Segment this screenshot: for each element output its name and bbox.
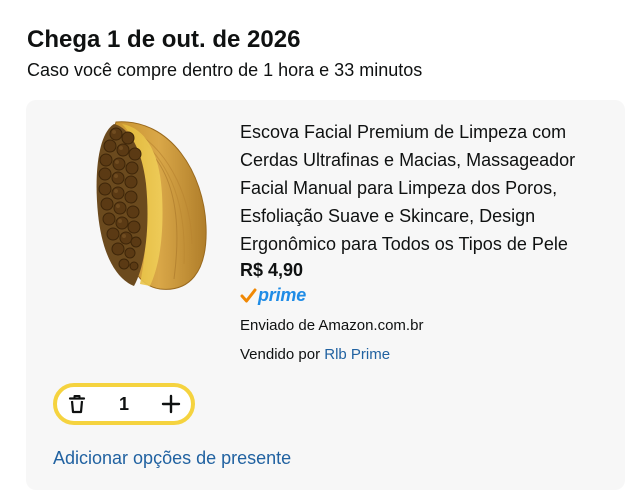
delivery-cutoff-text: Caso você compre dentro de 1 hora e 33 m… [27,60,423,80]
sold-by-label: Vendido por [240,346,321,363]
seller-link[interactable]: Rlb Prime [324,346,390,363]
increase-quantity-button[interactable] [151,387,191,421]
cart-page: Chega 1 de out. de 2026 Caso você compre… [0,0,631,500]
add-gift-options-link[interactable]: Adicionar opções de presente [53,446,291,470]
prime-check-icon [240,288,257,302]
sold-by-text: Vendido por Rlb Prime [240,345,390,365]
quantity-stepper: 1 [53,383,195,425]
prime-label: prime [258,285,307,305]
plus-icon [161,394,181,414]
delivery-date-title: Chega 1 de out. de 2026 [27,26,301,53]
wooden-facial-brush-image [96,121,207,290]
product-title[interactable]: Escova Facial Premium de Limpeza com Cer… [240,118,610,258]
cart-item-card: Escova Facial Premium de Limpeza com Cer… [26,100,625,490]
shipped-by-text: Enviado de Amazon.com.br [240,317,424,334]
prime-badge: prime [240,283,306,307]
quantity-value: 1 [118,394,129,414]
product-price: R$ 4,90 [240,260,304,280]
product-image[interactable] [76,114,236,294]
trash-icon [68,395,86,414]
delete-item-button[interactable] [57,387,97,421]
